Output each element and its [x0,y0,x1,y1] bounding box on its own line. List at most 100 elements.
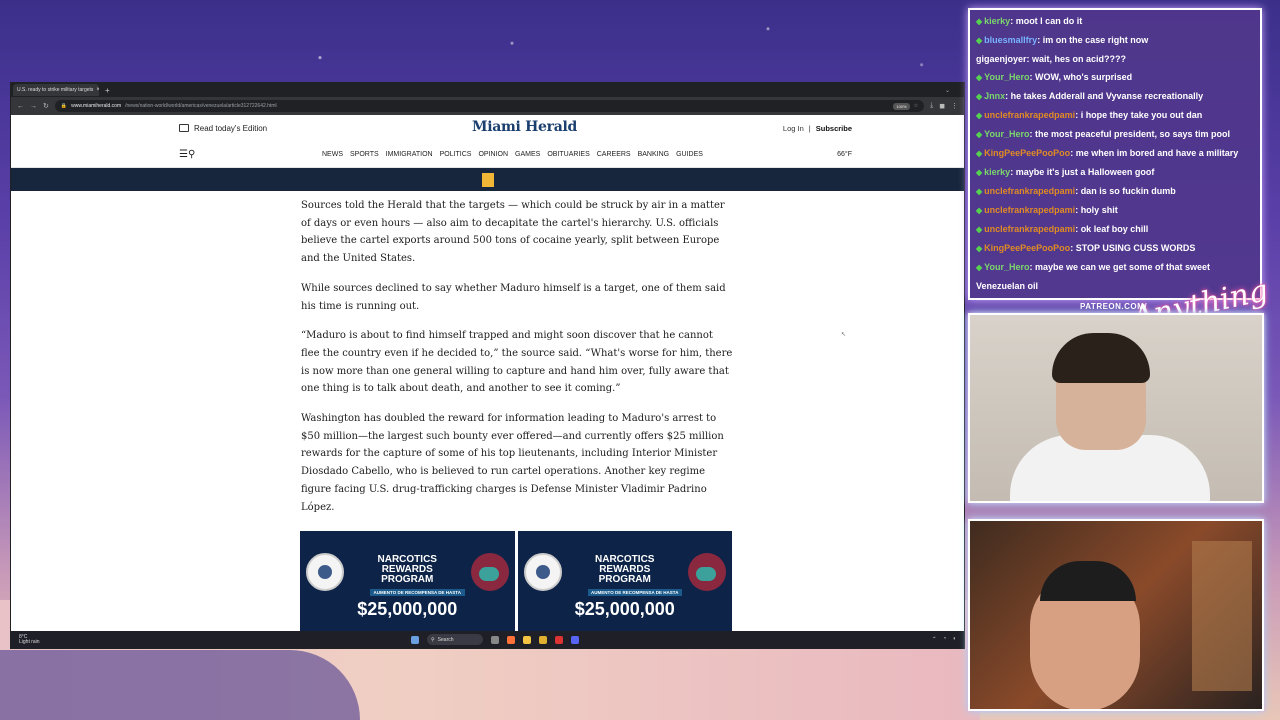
ad-banner[interactable] [11,168,964,191]
taskbar-apps: ⚲ Search [411,634,579,645]
nav-link-games[interactable]: GAMES [515,151,540,158]
browser-tab[interactable]: U.S. ready to strike military targets × [13,84,99,96]
patreon-text: PATREON.COM/ [1080,302,1148,311]
url-host: www.miamiherald.com [71,103,122,109]
volume-icon[interactable]: ◖ [952,636,956,643]
chat-text: WOW, who's surprised [1035,72,1133,82]
nav-link-obituaries[interactable]: OBITUARIES [547,151,589,158]
nav-link-banking[interactable]: BANKING [638,151,670,158]
promo-amount: $25,000,000 [574,599,675,619]
start-icon[interactable] [411,635,419,644]
network-icon[interactable]: ◔ [943,636,947,643]
chat-message: ◆ Jnnx: he takes Adderall and Vyvanse rec… [976,91,1204,101]
nav-link-news[interactable]: NEWS [322,151,343,158]
article-paragraph: Sources told the Herald that the targets… [301,200,725,265]
promo-subtitle: AUMENTO DE RECOMPENSA DE HASTA [370,589,465,596]
weather-desc: Light rain [19,638,40,645]
chat-text: the most peaceful president, so says tim… [1035,129,1231,139]
badge-icon: ◆ [976,17,983,26]
lock-icon: 🔒 [60,103,68,109]
chat-username[interactable]: Your_Hero [984,262,1029,272]
zoom-badge[interactable]: 100% [893,102,910,110]
chat-username[interactable]: kierky [984,167,1010,177]
article-paragraph: “Maduro is about to find himself trapped… [301,330,733,395]
chat-text: wait, hes on acid???? [1032,54,1127,64]
badge-icon: ◆ [976,130,983,139]
chat-text: ok leaf boy chill [1080,224,1149,234]
menu-search-icon[interactable]: ☰⚲ [179,149,209,160]
chat-username[interactable]: gigaenjoyer [976,54,1027,64]
tab-title: U.S. ready to strike military targets [17,87,94,93]
chat-message: ◆ unclefrankrapedpami: holy shit [976,205,1118,215]
chat-message: ◆ unclefrankrapedpami: dan is so fuckin d… [976,186,1176,196]
chevron-down-icon[interactable]: ⌄ [945,87,964,94]
windows-taskbar: 8°C Light rain ⚲ Search ⌃ ◔ ◖ [11,631,964,648]
webcam-bottom [968,519,1264,711]
main-nav: ☰⚲ NEWS SPORTS IMMIGRATION POLITICS OPINION G… [11,141,964,168]
login-link[interactable]: Log In [783,124,804,133]
chat-text: me when im bored and have a military [1075,148,1239,158]
chat-username[interactable]: unclefrankrapedpami [984,110,1075,120]
account-separator: | [808,123,811,133]
file-explorer-icon[interactable] [523,635,531,644]
chat-username[interactable]: Your_Hero [984,72,1029,82]
chat-username[interactable]: unclefrankrapedpami [984,205,1075,215]
person-headset [1040,561,1136,601]
chat-username[interactable]: Your_Hero [984,129,1029,139]
chat-text: moot I can do it [1015,16,1083,26]
back-icon[interactable]: ← [17,103,24,110]
nav-link-guides[interactable]: GUIDES [676,151,703,158]
task-view-icon[interactable] [491,635,499,644]
nav-link-politics[interactable]: POLITICS [440,151,472,158]
folder-icon[interactable] [539,635,547,644]
nav-links: NEWS SPORTS IMMIGRATION POLITICS OPINION GAME… [322,151,703,158]
subscribe-link[interactable]: Subscribe [816,124,852,133]
download-icon[interactable]: ⤓ [930,102,933,110]
nav-link-sports[interactable]: SPORTS [350,151,379,158]
nav-link-careers[interactable]: CAREERS [597,151,631,158]
forward-icon[interactable]: → [30,103,37,110]
chrome-icon[interactable] [555,635,563,644]
close-tab-icon[interactable]: × [96,87,99,93]
search-icon: ⚲ [431,636,435,643]
taskbar-search[interactable]: ⚲ Search [427,634,483,645]
chat-username[interactable]: unclefrankrapedpami [984,224,1075,234]
chat-username[interactable]: KingPeePeePooPoo [984,243,1070,253]
chat-username[interactable]: KingPeePeePooPoo [984,148,1070,158]
newspaper-icon [179,124,189,132]
chevron-up-icon[interactable]: ⌃ [932,636,937,643]
search-label: Search [437,636,454,643]
todays-edition-link[interactable]: Read today's Edition [179,124,267,133]
chat-text: maybe it's just a Halloween goof [1015,167,1155,177]
chat-username[interactable]: Jnnx [984,91,1005,101]
chat-message: gigaenjoyer: wait, hes on acid???? [976,54,1127,64]
chat-username[interactable]: bluesmallfry [984,35,1037,45]
chat-message: ◆ bluesmallfry: im on the case right now [976,35,1149,45]
chat-message: ◆ kierky: moot I can do it [976,16,1083,26]
badge-icon: ◆ [976,225,983,234]
masthead: Read today's Edition Miami Herald Log In… [11,115,964,141]
nav-link-opinion[interactable]: OPINION [478,151,508,158]
new-tab-icon[interactable]: + [105,86,110,95]
star-icon[interactable]: ☆ [914,103,918,109]
edition-label: Read today's Edition [194,123,268,133]
chat-username[interactable]: unclefrankrapedpami [984,186,1075,196]
article-body: Sources told the Herald that the targets… [301,197,733,528]
badge-icon: ◆ [976,111,983,120]
badge-icon: ◆ [976,92,983,101]
extensions-icon[interactable]: ◼ [939,102,945,110]
badge-icon: ◆ [976,149,983,158]
chat-username[interactable]: kierky [984,16,1010,26]
firefox-icon[interactable] [507,635,515,644]
menu-dots-icon[interactable]: ⋮ [951,102,958,110]
nav-link-immigration[interactable]: IMMIGRATION [386,151,433,158]
weather-temp: 66°F [837,150,852,158]
site-logo[interactable]: Miami Herald [472,119,577,135]
chat-message: ◆ Your_Hero: WOW, who's surprised [976,72,1133,82]
reload-icon[interactable]: ↻ [43,102,49,110]
badge-icon: ◆ [976,206,983,215]
discord-icon[interactable] [571,635,579,644]
weather-widget[interactable]: 8°C Light rain [19,634,40,645]
chat-text: holy shit [1080,205,1118,215]
url-field[interactable]: 🔒 www.miamiherald.com/news/nation-world/… [54,100,925,112]
